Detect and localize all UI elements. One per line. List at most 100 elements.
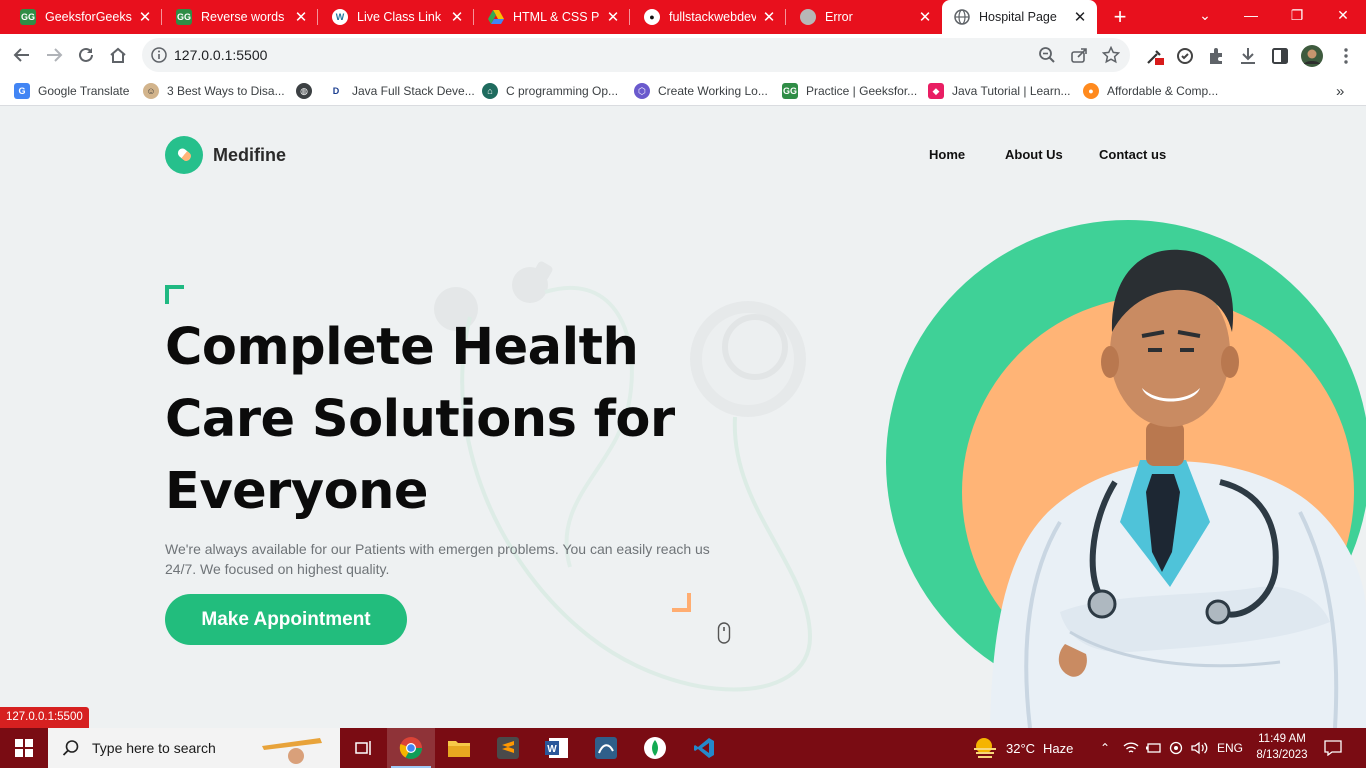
tab-title: Live Class Link - F [357, 10, 444, 24]
home-button[interactable] [106, 43, 130, 67]
camera-icon[interactable] [1166, 738, 1186, 758]
extensions-icon[interactable] [1206, 46, 1226, 66]
avatar-icon: ☺ [143, 83, 159, 99]
tab-github[interactable]: ● fullstackwebdeve ✕ [632, 0, 786, 34]
side-panel-icon[interactable] [1270, 46, 1290, 66]
tab-title: Error [825, 10, 853, 24]
minimize-button[interactable]: — [1228, 0, 1274, 30]
bookmark-practice-geeks[interactable]: GG Practice | Geeksfor... [782, 81, 917, 101]
weather-temp: 32°C [1006, 740, 1036, 756]
forward-button[interactable] [42, 43, 66, 67]
close-icon[interactable]: ✕ [1073, 8, 1087, 26]
hero-subtitle: We're always available for our Patients … [165, 541, 710, 577]
bookmarks-overflow-chevron-icon[interactable]: » [1336, 81, 1344, 101]
tab-title: HTML & CSS Proj [513, 10, 600, 24]
taskbar-clock[interactable]: 11:49 AM 8/13/2023 [1252, 731, 1312, 763]
wifi-icon[interactable] [1121, 738, 1141, 758]
tab-strip: GG GeeksforGeeks | A ✕ GG Reverse words … [0, 0, 1366, 34]
weather-condition: Haze [1043, 740, 1074, 756]
tab-error[interactable]: Error ✕ [788, 0, 942, 34]
scroll-mouse-icon[interactable] [717, 622, 731, 644]
tab-search-icon[interactable]: ⌄ [1182, 0, 1228, 30]
weather-widget[interactable]: 32°C Haze [972, 728, 1073, 768]
google-translate-icon: G [14, 83, 30, 99]
task-view-icon[interactable] [340, 728, 388, 768]
mongodb-compass-icon[interactable] [631, 728, 679, 768]
clock-time: 11:49 AM [1258, 733, 1306, 745]
share-icon[interactable] [1070, 46, 1088, 64]
nav-home[interactable]: Home [929, 147, 965, 162]
brand-logo[interactable]: Medifine [165, 136, 286, 174]
word-icon[interactable]: W [533, 728, 581, 768]
zoom-icon[interactable] [1038, 46, 1056, 64]
bookmark-java-tutorial[interactable]: ◆ Java Tutorial | Learn... [928, 81, 1071, 101]
sublime-text-icon[interactable] [484, 728, 532, 768]
bookmarks-bar: G Google Translate ☺ 3 Best Ways to Disa… [0, 76, 1366, 106]
pill-icon [165, 136, 203, 174]
tab-hospital-page[interactable]: Hospital Page ✕ [942, 0, 1097, 34]
tab-live-class[interactable]: W Live Class Link - F ✕ [320, 0, 474, 34]
info-icon[interactable] [150, 46, 168, 64]
bookmark-google-translate[interactable]: G Google Translate [14, 81, 129, 101]
bookmark-affordable[interactable]: ● Affordable & Comp... [1083, 81, 1218, 101]
tab-html-css[interactable]: HTML & CSS Proj ✕ [476, 0, 630, 34]
address-bar[interactable]: 127.0.0.1:5500 [142, 38, 1130, 72]
show-hidden-icons-chevron-icon[interactable]: ⌃ [1095, 738, 1115, 758]
nav-about-us[interactable]: About Us [1005, 147, 1063, 162]
bookmark-globe[interactable]: ◍ [296, 81, 320, 101]
volume-icon[interactable] [1190, 738, 1210, 758]
bookmark-star-icon[interactable] [1101, 45, 1121, 64]
bookmark-create-working[interactable]: ⬡ Create Working Lo... [634, 81, 768, 101]
search-placeholder: Type here to search [92, 740, 216, 756]
globe-icon: ◍ [296, 83, 312, 99]
geeksforgeeks-icon: GG [176, 9, 192, 25]
github-icon: ● [644, 9, 660, 25]
close-window-button[interactable]: ✕ [1320, 0, 1366, 30]
close-icon[interactable]: ✕ [762, 8, 776, 26]
close-icon[interactable]: ✕ [450, 8, 464, 26]
decorative-corner-green [165, 285, 184, 304]
menu-icon[interactable] [1336, 46, 1356, 66]
svg-text:W: W [547, 744, 557, 755]
hero-title: Complete Health Care Solutions for Every… [165, 318, 675, 521]
close-icon[interactable]: ✕ [294, 8, 308, 26]
new-tab-button[interactable]: + [1109, 6, 1131, 28]
bookmark-best-ways[interactable]: ☺ 3 Best Ways to Disa... [143, 81, 285, 101]
restore-button[interactable]: ❐ [1274, 0, 1320, 30]
nav-contact-us[interactable]: Contact us [1099, 147, 1166, 162]
make-appointment-button[interactable]: Make Appointment [165, 594, 407, 645]
doctor-hero-image [886, 220, 1366, 728]
geo-icon: ⌂ [482, 83, 498, 99]
language-indicator[interactable]: ENG [1216, 738, 1244, 758]
tab-title: Reverse words in [201, 10, 288, 24]
bookmark-c-programming[interactable]: ⌂ C programming Op... [482, 81, 618, 101]
taskbar-search-box[interactable]: Type here to search [48, 728, 340, 768]
tab-title: GeeksforGeeks | A [45, 10, 132, 24]
hexagon-icon: ⬡ [634, 83, 650, 99]
notifications-icon[interactable] [1322, 738, 1344, 758]
close-icon[interactable]: ✕ [138, 8, 152, 26]
chrome-taskbar-icon[interactable] [387, 728, 435, 768]
url-text: 127.0.0.1:5500 [174, 47, 268, 63]
mysql-workbench-icon[interactable] [582, 728, 630, 768]
tab-geeksforgeeks[interactable]: GG GeeksforGeeks | A ✕ [8, 0, 162, 34]
battery-icon[interactable] [1143, 738, 1163, 758]
bookmark-label: Practice | Geeksfor... [806, 84, 918, 98]
sync-extension-icon[interactable] [1175, 46, 1195, 66]
wordpress-icon: W [332, 9, 348, 25]
bookmark-label: Google Translate [38, 84, 130, 98]
file-explorer-icon[interactable] [435, 728, 483, 768]
geeksforgeeks-icon: GG [782, 83, 798, 99]
vscode-icon[interactable] [680, 728, 728, 768]
reload-button[interactable] [74, 43, 98, 67]
profile-avatar[interactable] [1301, 45, 1323, 67]
bookmark-java-full-stack[interactable]: D Java Full Stack Deve... [328, 81, 475, 101]
download-icon[interactable] [1238, 46, 1258, 66]
tab-reverse-words[interactable]: GG Reverse words in ✕ [164, 0, 318, 34]
close-icon[interactable]: ✕ [918, 8, 932, 26]
globe-icon [954, 9, 970, 25]
close-icon[interactable]: ✕ [606, 8, 620, 26]
back-button[interactable] [10, 43, 34, 67]
eyedropper-extension-icon[interactable] [1145, 46, 1165, 66]
windows-start-icon[interactable] [0, 728, 48, 768]
